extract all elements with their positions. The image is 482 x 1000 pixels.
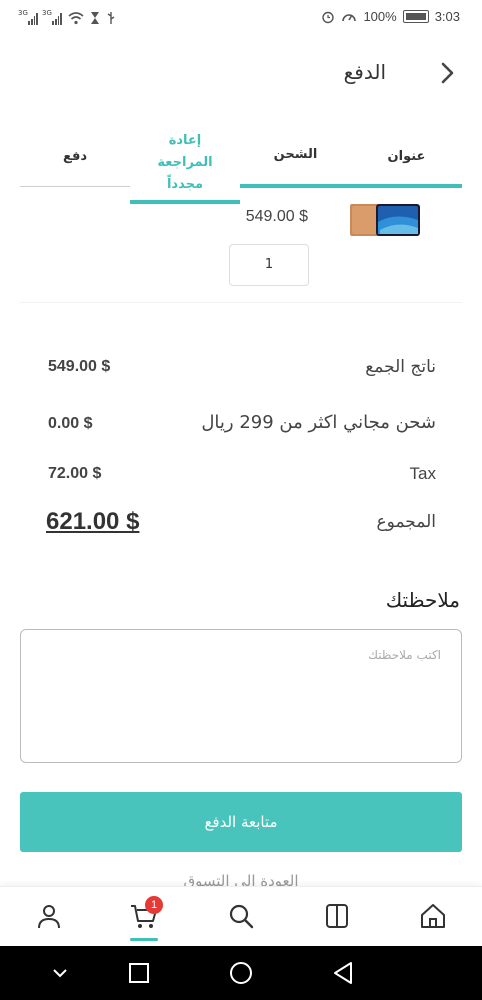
wifi-icon <box>68 12 84 25</box>
step-progress-bar <box>351 184 462 188</box>
step-label: عنوان <box>387 149 426 164</box>
checkout-steps: عنوان الشحن إعادة المراجعة مجدداً دفع <box>20 128 462 208</box>
system-nav-bar <box>0 946 482 1000</box>
cart-icon[interactable]: 1 <box>129 896 163 931</box>
home-circle-icon[interactable] <box>228 960 254 986</box>
step-review[interactable]: إعادة المراجعة مجدداً <box>130 128 240 204</box>
catalog-icon[interactable] <box>322 901 352 931</box>
page-title: الدفع <box>343 60 386 84</box>
profile-icon[interactable] <box>34 901 64 931</box>
signal-icon: 3G <box>18 9 38 25</box>
quantity-field[interactable]: 1 <box>229 244 309 286</box>
step-payment[interactable]: دفع <box>20 128 130 187</box>
step-label: دفع <box>62 149 88 164</box>
notes-textarea[interactable] <box>20 629 462 763</box>
speedometer-icon <box>342 13 357 21</box>
status-left: 3G 3G <box>18 9 116 25</box>
header: الدفع <box>0 50 482 96</box>
phone-product-image <box>350 202 420 238</box>
battery-percent: 100% <box>363 9 397 24</box>
clock: 3:03 <box>434 9 460 24</box>
continue-payment-button[interactable]: متابعة الدفع <box>20 792 462 852</box>
network-type-label: 3G <box>18 9 28 17</box>
step-shipping[interactable]: الشحن <box>240 128 351 188</box>
usb-icon <box>107 12 115 24</box>
status-bar: 3G 3G 100% 3:03 <box>0 0 482 36</box>
chevron-right-icon <box>441 62 454 84</box>
cart-badge: 1 <box>145 896 163 914</box>
tax-label: Tax <box>409 464 436 483</box>
back-triangle-icon[interactable] <box>331 960 357 986</box>
status-right: 100% 3:03 <box>321 9 460 24</box>
chevron-down-icon[interactable] <box>47 960 73 986</box>
shipping-label: شحن مجاني اكثر من 299 ريال <box>201 412 436 433</box>
bottom-nav: 1 <box>0 886 482 946</box>
step-address[interactable]: عنوان <box>351 128 462 188</box>
recents-icon[interactable] <box>126 960 152 986</box>
total-label: المجموع <box>376 512 436 532</box>
step-progress-bar <box>240 184 351 188</box>
subtotal-label: ناتج الجمع <box>365 357 436 377</box>
tax-value: 72.00 $ <box>48 465 102 482</box>
step-label: إعادة المراجعة مجدداً <box>157 133 213 192</box>
step-label: الشحن <box>273 147 318 162</box>
product-price: 549.00 $ <box>245 208 308 225</box>
battery-icon <box>402 10 429 23</box>
back-button[interactable] <box>436 60 460 86</box>
step-progress-bar <box>20 186 130 187</box>
search-icon[interactable] <box>226 901 256 931</box>
divider <box>20 302 462 303</box>
home-icon[interactable] <box>418 901 448 931</box>
subtotal-value: 549.00 $ <box>48 358 111 375</box>
hourglass-icon <box>91 12 99 24</box>
network-type-label: 3G <box>42 9 52 17</box>
signal-icon: 3G <box>42 9 62 25</box>
step-progress-bar <box>130 200 240 204</box>
active-tab-indicator <box>130 938 158 941</box>
total-value: 621.00 $ <box>46 508 140 535</box>
alarm-icon <box>322 11 335 23</box>
shipping-value: 0.00 $ <box>48 415 93 432</box>
notes-title: ملاحظتك <box>385 588 460 612</box>
